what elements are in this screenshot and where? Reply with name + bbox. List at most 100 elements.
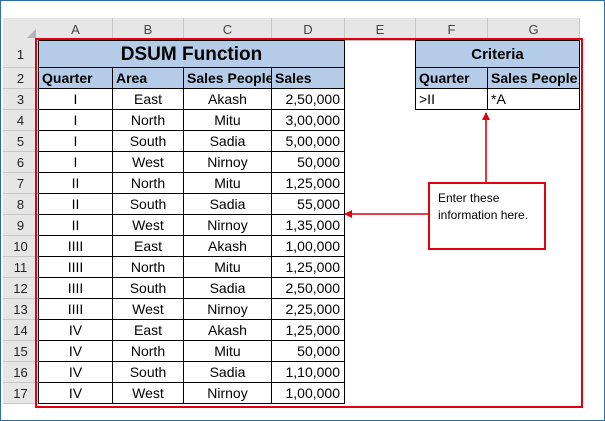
row-header[interactable]: 16 <box>3 362 39 383</box>
table-cell[interactable]: IIII <box>39 236 113 257</box>
select-all-triangle-icon <box>27 29 36 38</box>
row-header[interactable]: 3 <box>3 89 39 110</box>
criteria-value-cell[interactable]: *A <box>488 89 580 110</box>
table-cell[interactable]: 1,25,000 <box>272 320 345 341</box>
table-cell[interactable]: 2,50,000 <box>272 89 345 110</box>
table-cell[interactable]: Mitu <box>184 257 272 278</box>
table-cell[interactable]: 2,25,000 <box>272 299 345 320</box>
table-cell[interactable]: 5,00,000 <box>272 131 345 152</box>
row-header[interactable]: 7 <box>3 173 39 194</box>
table-cell[interactable]: 55,000 <box>272 194 345 215</box>
table-cell[interactable]: IIII <box>39 257 113 278</box>
table-cell[interactable]: I <box>39 152 113 173</box>
table-cell[interactable]: 1,25,000 <box>272 257 345 278</box>
table-cell[interactable]: Sadia <box>184 278 272 299</box>
row-header[interactable]: 8 <box>3 194 39 215</box>
row-header[interactable]: 11 <box>3 257 39 278</box>
table-header-cell[interactable]: Sales People <box>184 68 272 89</box>
table-left-border <box>38 41 39 404</box>
table-cell[interactable]: I <box>39 131 113 152</box>
table-cell[interactable]: Mitu <box>184 173 272 194</box>
table-cell[interactable]: East <box>113 236 184 257</box>
table-cell[interactable]: North <box>113 173 184 194</box>
table-cell[interactable]: East <box>113 89 184 110</box>
row-header[interactable]: 12 <box>3 278 39 299</box>
row-header[interactable]: 4 <box>3 110 39 131</box>
column-header[interactable]: E <box>345 18 416 41</box>
callout-text: Enter these information here. <box>438 191 529 222</box>
table-cell[interactable]: South <box>113 278 184 299</box>
criteria-header-cell[interactable]: Sales People <box>488 68 580 89</box>
table-cell[interactable]: West <box>113 152 184 173</box>
criteria-header-cell[interactable]: Quarter <box>416 68 488 89</box>
table-cell[interactable]: Akash <box>184 320 272 341</box>
table-cell[interactable]: Sadia <box>184 131 272 152</box>
table-cell[interactable]: I <box>39 89 113 110</box>
row-header[interactable]: 15 <box>3 341 39 362</box>
column-header[interactable]: B <box>113 18 184 41</box>
table-cell[interactable]: Sadia <box>184 362 272 383</box>
table-cell[interactable]: 1,35,000 <box>272 215 345 236</box>
table-cell[interactable]: Nirnoy <box>184 152 272 173</box>
table-cell[interactable]: IIII <box>39 278 113 299</box>
table-cell[interactable]: Akash <box>184 89 272 110</box>
table-cell[interactable]: Nirnoy <box>184 299 272 320</box>
select-all-corner[interactable] <box>3 18 40 42</box>
row-header[interactable]: 14 <box>3 320 39 341</box>
table-cell[interactable]: IV <box>39 320 113 341</box>
column-header[interactable]: G <box>488 18 580 41</box>
column-header[interactable]: A <box>39 18 113 41</box>
table-cell[interactable]: IV <box>39 362 113 383</box>
column-header[interactable]: C <box>184 18 272 41</box>
table-cell[interactable]: 3,00,000 <box>272 110 345 131</box>
row-header[interactable]: 17 <box>3 383 39 404</box>
table-cell[interactable]: South <box>113 131 184 152</box>
table-cell[interactable]: West <box>113 299 184 320</box>
table-cell[interactable]: Sadia <box>184 194 272 215</box>
table-cell[interactable]: Nirnoy <box>184 383 272 404</box>
table-cell[interactable]: Mitu <box>184 110 272 131</box>
table-cell[interactable]: North <box>113 110 184 131</box>
table-cell[interactable]: West <box>113 383 184 404</box>
table-cell[interactable]: II <box>39 173 113 194</box>
table-header-cell[interactable]: Area <box>113 68 184 89</box>
table-cell[interactable]: West <box>113 215 184 236</box>
table-cell[interactable]: North <box>113 341 184 362</box>
table-cell[interactable]: II <box>39 194 113 215</box>
table-cell[interactable]: 2,50,000 <box>272 278 345 299</box>
table-cell[interactable]: 1,00,000 <box>272 236 345 257</box>
table-header-cell[interactable]: Sales <box>272 68 345 89</box>
row-header[interactable]: 6 <box>3 152 39 173</box>
table-cell[interactable]: I <box>39 110 113 131</box>
row-header[interactable]: 9 <box>3 215 39 236</box>
table-cell[interactable]: IV <box>39 383 113 404</box>
table-title-cell[interactable]: DSUM Function <box>39 41 345 68</box>
table-cell[interactable]: 1,00,000 <box>272 383 345 404</box>
column-header[interactable]: F <box>416 18 488 41</box>
table-header-cell[interactable]: Quarter <box>39 68 113 89</box>
row-header[interactable]: 2 <box>3 68 39 89</box>
table-cell[interactable]: Mitu <box>184 341 272 362</box>
table-cell[interactable]: South <box>113 362 184 383</box>
criteria-title-cell[interactable]: Criteria <box>416 41 580 68</box>
table-cell[interactable]: II <box>39 215 113 236</box>
table-cell[interactable]: East <box>113 320 184 341</box>
table-cell[interactable]: Nirnoy <box>184 215 272 236</box>
row-header[interactable]: 1 <box>3 41 39 68</box>
table-cell[interactable]: South <box>113 194 184 215</box>
table-top-border <box>38 40 345 41</box>
table-cell[interactable]: 1,10,000 <box>272 362 345 383</box>
table-cell[interactable]: IIII <box>39 299 113 320</box>
table-cell[interactable]: 50,000 <box>272 152 345 173</box>
instruction-callout: Enter these information here. <box>428 182 546 250</box>
table-cell[interactable]: 50,000 <box>272 341 345 362</box>
table-cell[interactable]: North <box>113 257 184 278</box>
criteria-value-cell[interactable]: >II <box>416 89 488 110</box>
row-header[interactable]: 5 <box>3 131 39 152</box>
row-header[interactable]: 13 <box>3 299 39 320</box>
table-cell[interactable]: 1,25,000 <box>272 173 345 194</box>
row-header[interactable]: 10 <box>3 236 39 257</box>
column-header[interactable]: D <box>272 18 345 41</box>
table-cell[interactable]: Akash <box>184 236 272 257</box>
table-cell[interactable]: IV <box>39 341 113 362</box>
